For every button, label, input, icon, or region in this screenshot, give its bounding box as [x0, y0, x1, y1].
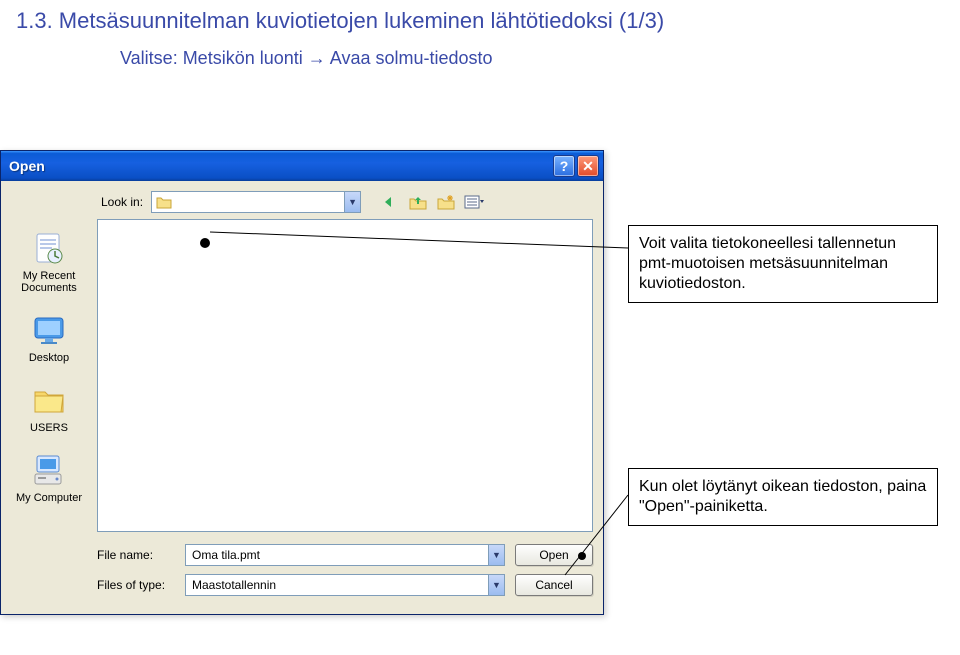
open-button-label: Open — [539, 548, 568, 562]
lookin-label: Look in: — [101, 195, 143, 209]
cancel-button-label: Cancel — [535, 578, 572, 592]
chevron-down-icon[interactable]: ▼ — [488, 575, 504, 595]
titlebar[interactable]: Open ? ✕ — [1, 151, 603, 181]
place-label: Desktop — [29, 352, 69, 364]
lookin-row: Look in: ▼ — [1, 181, 603, 219]
place-label: USERS — [30, 422, 68, 434]
help-button[interactable]: ? — [553, 155, 575, 177]
page-subheading: Valitse: Metsikön luonti → Avaa solmu-ti… — [0, 36, 960, 99]
filename-value: Oma tila.pmt — [192, 548, 260, 562]
file-list[interactable] — [97, 219, 593, 532]
arrow-icon: → — [308, 48, 326, 68]
place-label: My Computer — [16, 492, 82, 504]
place-recent-documents[interactable]: My Recent Documents — [7, 223, 91, 303]
annotation-marker — [578, 552, 586, 560]
recent-documents-icon — [31, 230, 67, 266]
view-menu-icon[interactable] — [463, 191, 485, 213]
new-folder-icon[interactable] — [435, 191, 457, 213]
filename-label: File name: — [97, 548, 175, 562]
chevron-down-icon[interactable]: ▼ — [344, 192, 360, 212]
filetype-combo[interactable]: Maastotallennin ▼ — [185, 574, 505, 596]
place-users[interactable]: USERS — [7, 375, 91, 443]
chevron-down-icon[interactable]: ▼ — [488, 545, 504, 565]
open-button[interactable]: Open — [515, 544, 593, 566]
annotation-marker — [200, 238, 210, 248]
filetype-value: Maastotallennin — [192, 578, 276, 592]
callout-file-list: Voit valita tietokoneellesi tallennetun … — [628, 225, 938, 303]
open-dialog: Open ? ✕ Look in: ▼ — [0, 150, 604, 615]
callout-open-button: Kun olet löytänyt oikean tiedoston, pain… — [628, 468, 938, 526]
filetype-label: Files of type: — [97, 578, 175, 592]
up-folder-icon[interactable] — [407, 191, 429, 213]
subheading-prefix: Valitse: Metsikön luonti — [120, 48, 308, 68]
cancel-button[interactable]: Cancel — [515, 574, 593, 596]
place-desktop[interactable]: Desktop — [7, 305, 91, 373]
my-computer-icon — [31, 452, 67, 488]
back-icon[interactable] — [379, 191, 401, 213]
place-my-computer[interactable]: My Computer — [7, 445, 91, 513]
page-heading: 1.3. Metsäsuunnitelman kuviotietojen luk… — [0, 0, 960, 36]
place-label: My Recent Documents — [8, 270, 90, 294]
filename-input[interactable]: Oma tila.pmt ▼ — [185, 544, 505, 566]
desktop-icon — [31, 312, 67, 348]
places-bar: My Recent Documents Desktop USERS My Com… — [1, 219, 97, 614]
lookin-combo[interactable]: ▼ — [151, 191, 361, 213]
dialog-title: Open — [9, 158, 553, 174]
subheading-suffix: Avaa solmu-tiedosto — [326, 48, 493, 68]
users-folder-icon — [31, 382, 67, 418]
close-button[interactable]: ✕ — [577, 155, 599, 177]
folder-icon — [156, 195, 172, 209]
